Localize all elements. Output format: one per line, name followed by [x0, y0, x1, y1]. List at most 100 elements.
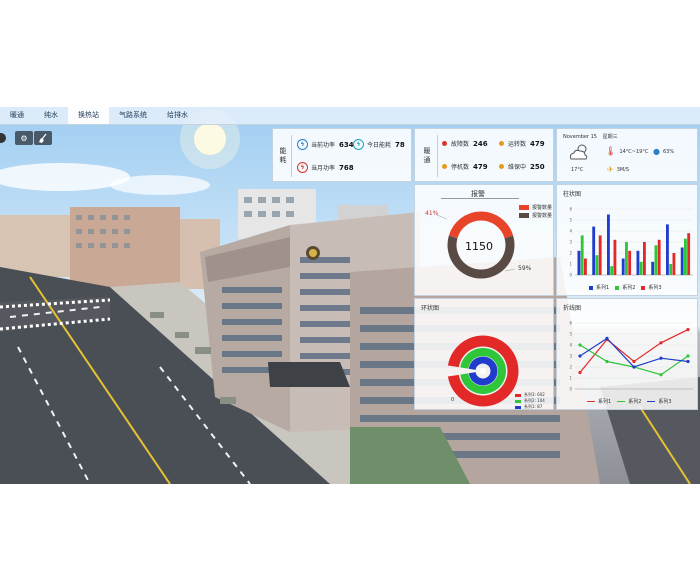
thermometer-icon: 🌡 [605, 147, 617, 157]
line-y-tick-label: 5 [569, 332, 572, 337]
bar-y-tick-label: 4 [569, 229, 572, 234]
hvac-panel: 暖通 故障数 246 运转数 479 停机数 479 维保中 250 [414, 128, 554, 182]
tab-pure-water[interactable]: 纯水 [34, 107, 68, 124]
line-point [659, 341, 663, 345]
hvac-stopped-count: 停机数 479 [442, 162, 488, 171]
legend-swatch [519, 205, 529, 210]
bar [583, 258, 587, 275]
weather-weekday: 星期三 [602, 134, 618, 140]
dot-icon [499, 164, 504, 169]
line-legend-item[interactable]: 系列2 [617, 398, 641, 405]
ring-chart-panel: 环状图 0 系列3: 602 系列2: 104 系列1: 87 [414, 298, 554, 410]
alarm-legend-item[interactable]: 报警数量 [519, 212, 552, 219]
tab-gas-system[interactable]: 气路系统 [109, 107, 157, 124]
cloud-sun-icon [569, 144, 588, 160]
alarm-pct-red: 41% [425, 210, 439, 217]
bar-y-tick-label: 6 [569, 207, 572, 212]
bar [639, 261, 643, 275]
bar [636, 250, 640, 275]
tab-water-supply-drainage[interactable]: 给排水 [157, 107, 198, 124]
settings-button[interactable]: ⚙ [15, 131, 33, 145]
line-legend-item[interactable]: 系列1 [587, 398, 611, 405]
bar [607, 214, 610, 275]
bar [577, 250, 581, 275]
lightning-icon: ϟ [297, 162, 308, 173]
wind-icon: ✈ [607, 165, 614, 174]
ring-legend-item[interactable]: 系列1: 87 [515, 404, 542, 410]
line-point [578, 343, 582, 347]
bar [687, 233, 691, 275]
bar [651, 261, 655, 275]
bar-y-tick-label: 2 [569, 251, 572, 256]
weather-temperature: 17°C [571, 167, 584, 173]
hvac-maintenance-count: 维保中 250 [499, 162, 545, 171]
weather-temp-range: 14°C~19°C [619, 149, 649, 155]
clear-button[interactable] [34, 131, 52, 145]
ring-chart-axis-zero: 0 [451, 397, 455, 403]
line-point [605, 359, 609, 364]
line-y-tick-label: 3 [569, 354, 572, 359]
bar [628, 250, 632, 275]
line-point [578, 370, 582, 375]
energy-current-power: ϟ 当前功率 634 [297, 139, 354, 150]
bar-legend-item[interactable]: 系列3 [641, 284, 662, 291]
weather-humidity: 63% [662, 148, 675, 155]
bar-legend-item[interactable]: 系列1 [589, 284, 609, 291]
bar [657, 239, 661, 275]
line-legend: 系列1 系列2 系列3 [587, 398, 672, 405]
alarm-panel: 报警 41% 59% 1150 报警数量 报警数量 [414, 184, 554, 296]
bar-chart: 0 1 2 3 4 5 6 [569, 207, 693, 278]
bar-legend-item[interactable]: 系列2 [615, 284, 635, 291]
top-nav-bar: 暖通 纯水 换热站 气路系统 给排水 [0, 107, 700, 125]
weather-wind: 3M/S [616, 166, 630, 173]
bar [625, 242, 628, 275]
alarm-pct-gray: 59% [518, 265, 532, 272]
hvac-running-count: 运转数 479 [499, 139, 545, 148]
bar [621, 258, 625, 275]
bar [613, 239, 617, 275]
hvac-panel-label: 暖通 [423, 147, 431, 164]
energy-month-power: ϟ 当月功率 768 [297, 162, 354, 173]
gear-icon: ⚙ [20, 133, 28, 143]
weather-date: November 15 [563, 134, 597, 140]
line-legend-item[interactable]: 系列3 [647, 398, 672, 405]
bar-legend: 系列1 系列2 系列3 [589, 284, 662, 291]
bar [595, 255, 599, 275]
lightning-icon: ϟ [297, 139, 308, 150]
energy-today: ϟ 今日能耗 78 [353, 139, 405, 150]
line-chart: 0 1 2 3 4 5 6 [569, 321, 693, 392]
legend-swatch [519, 213, 529, 218]
tab-heat-exchange-station[interactable]: 换热站 [68, 107, 109, 124]
broom-icon [39, 133, 47, 143]
bar [654, 245, 658, 275]
alarm-legend-item[interactable]: 报警数量 [519, 204, 552, 211]
tab-hvac[interactable]: 暖通 [0, 107, 34, 124]
bar [580, 235, 584, 275]
line-point [686, 328, 690, 332]
bar [669, 264, 673, 275]
line-point [632, 359, 636, 364]
bar [672, 253, 676, 275]
line-y-tick-label: 2 [569, 365, 572, 370]
dot-icon [499, 141, 504, 146]
line-y-tick-label: 4 [569, 343, 572, 348]
bar-y-tick-label: 5 [569, 218, 572, 223]
bar-y-tick-label: 3 [569, 240, 572, 245]
line-point [686, 359, 690, 364]
bar-y-tick-label: 1 [569, 262, 572, 267]
bar [592, 226, 596, 275]
bar-chart-panel: 柱状图 0123456 系列1 系列2 系列3 [556, 184, 698, 296]
bar-y-tick-label: 0 [569, 273, 572, 278]
line-chart-panel: 折线图 0123456 系列1 系列2 系列3 [556, 298, 698, 410]
water-drop-icon: ● [653, 147, 660, 156]
alarm-donut-slice [448, 211, 514, 239]
energy-panel: 能耗 ϟ 当前功率 634 ϟ 今日能耗 78 ϟ 当月功率 768 [272, 128, 412, 182]
bar [610, 266, 614, 275]
line-y-tick-label: 0 [569, 387, 572, 392]
weather-panel: November 15 星期三 17°C 🌡 14°C~19°C ● 63% ✈… [556, 128, 698, 182]
dot-icon [442, 141, 447, 146]
ring-center [480, 368, 486, 374]
line-y-tick-label: 1 [569, 376, 572, 381]
bar [666, 224, 669, 275]
bar [680, 247, 684, 275]
